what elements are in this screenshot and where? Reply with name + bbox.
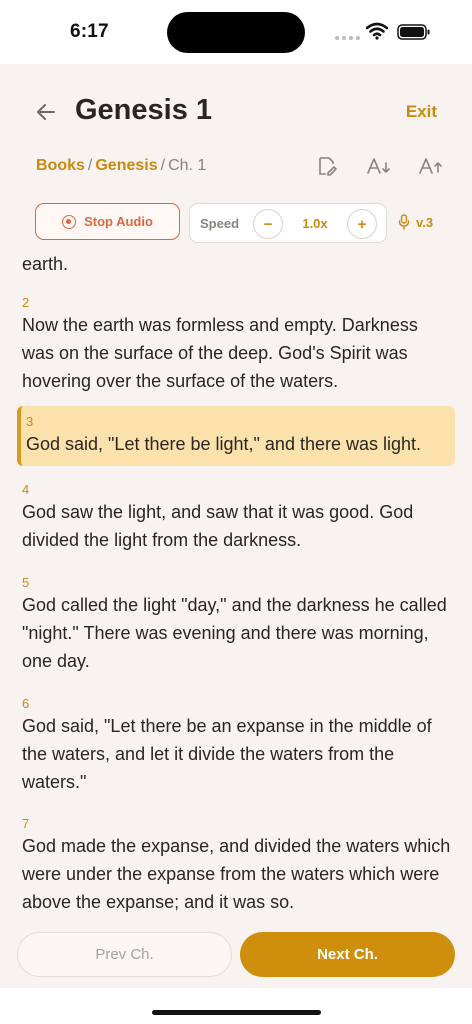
verse-text: God made the expanse, and divided the wa… (22, 836, 451, 912)
wifi-icon (366, 22, 388, 40)
verse-item[interactable]: 2 Now the earth was formless and empty. … (22, 295, 452, 395)
font-decrease-button[interactable] (364, 154, 394, 178)
status-time: 6:17 (70, 21, 109, 42)
font-increase-button[interactable] (416, 154, 446, 178)
current-verse-label: v.3 (416, 214, 434, 230)
edit-note-button[interactable] (312, 154, 342, 178)
home-indicator[interactable] (152, 1010, 321, 1015)
verse-text: God called the light "day," and the dark… (22, 595, 447, 671)
verse-number: 3 (26, 414, 34, 429)
page-title: Genesis 1 (75, 94, 213, 126)
prev-chapter-button[interactable]: Prev Ch. (17, 932, 232, 977)
speed-increase-button[interactable]: + (347, 209, 377, 239)
breadcrumb-book-link[interactable]: Genesis (95, 157, 157, 174)
verse-number: 4 (22, 482, 30, 497)
reader-tools (312, 154, 446, 178)
breadcrumb-separator: / (160, 157, 166, 174)
verse-number: 6 (22, 696, 30, 711)
current-verse-indicator: v.3 (398, 214, 433, 230)
breadcrumb-books-link[interactable]: Books (36, 157, 85, 174)
battery-icon (397, 24, 430, 40)
stop-audio-label: Stop Audio (84, 214, 153, 229)
speed-control: Speed − 1.0x + (189, 203, 387, 243)
verse-item[interactable]: 5 God called the light "day," and the da… (22, 575, 452, 675)
verse-item[interactable]: 4 God saw the light, and saw that it was… (22, 482, 452, 554)
header: Genesis 1 Exit (0, 94, 472, 134)
verse-text: God saw the light, and saw that it was g… (22, 502, 414, 550)
speed-value: 1.0x (302, 216, 328, 231)
edit-note-icon (319, 157, 337, 176)
verse-number: 2 (22, 295, 30, 310)
font-increase-icon (419, 158, 442, 174)
breadcrumb-chapter: Ch. 1 (168, 157, 207, 174)
stop-audio-button[interactable]: Stop Audio (35, 203, 180, 240)
status-bar: 6:17 (0, 0, 472, 64)
reader-screen: Genesis 1 Exit Books / Genesis / Ch. 1 S… (0, 64, 472, 988)
font-decrease-icon (367, 158, 390, 174)
verse-item[interactable]: earth. (22, 250, 452, 278)
exit-button[interactable]: Exit (406, 102, 437, 122)
verse-item[interactable]: 6 God said, "Let there be an expanse in … (22, 696, 452, 796)
breadcrumb-separator: / (87, 157, 93, 174)
next-chapter-button[interactable]: Next Ch. (240, 932, 455, 977)
verse-list: earth. 2 Now the earth was formless and … (0, 250, 472, 926)
breadcrumb: Books / Genesis / Ch. 1 (36, 157, 206, 175)
verse-item[interactable]: 7 God made the expanse, and divided the … (22, 816, 452, 916)
dynamic-island (167, 12, 305, 53)
back-arrow-icon[interactable] (34, 100, 58, 124)
verse-number: 7 (22, 816, 30, 831)
cellular-signal-icon (335, 36, 360, 40)
verse-number: 5 (22, 575, 30, 590)
verse-text: God said, "Let there be an expanse in th… (22, 716, 432, 792)
verse-item-active[interactable]: 3 God said, "Let there be light," and th… (17, 406, 455, 466)
verse-text: Now the earth was formless and empty. Da… (22, 315, 418, 391)
stop-circle-icon (62, 214, 77, 229)
microphone-icon (398, 214, 410, 230)
speed-label: Speed (200, 216, 240, 231)
speed-decrease-button[interactable]: − (253, 209, 283, 239)
audio-controls: Stop Audio Speed − 1.0x + v.3 (0, 203, 472, 243)
verse-text: God said, "Let there be light," and ther… (26, 434, 422, 454)
verse-text: earth. (22, 254, 69, 274)
